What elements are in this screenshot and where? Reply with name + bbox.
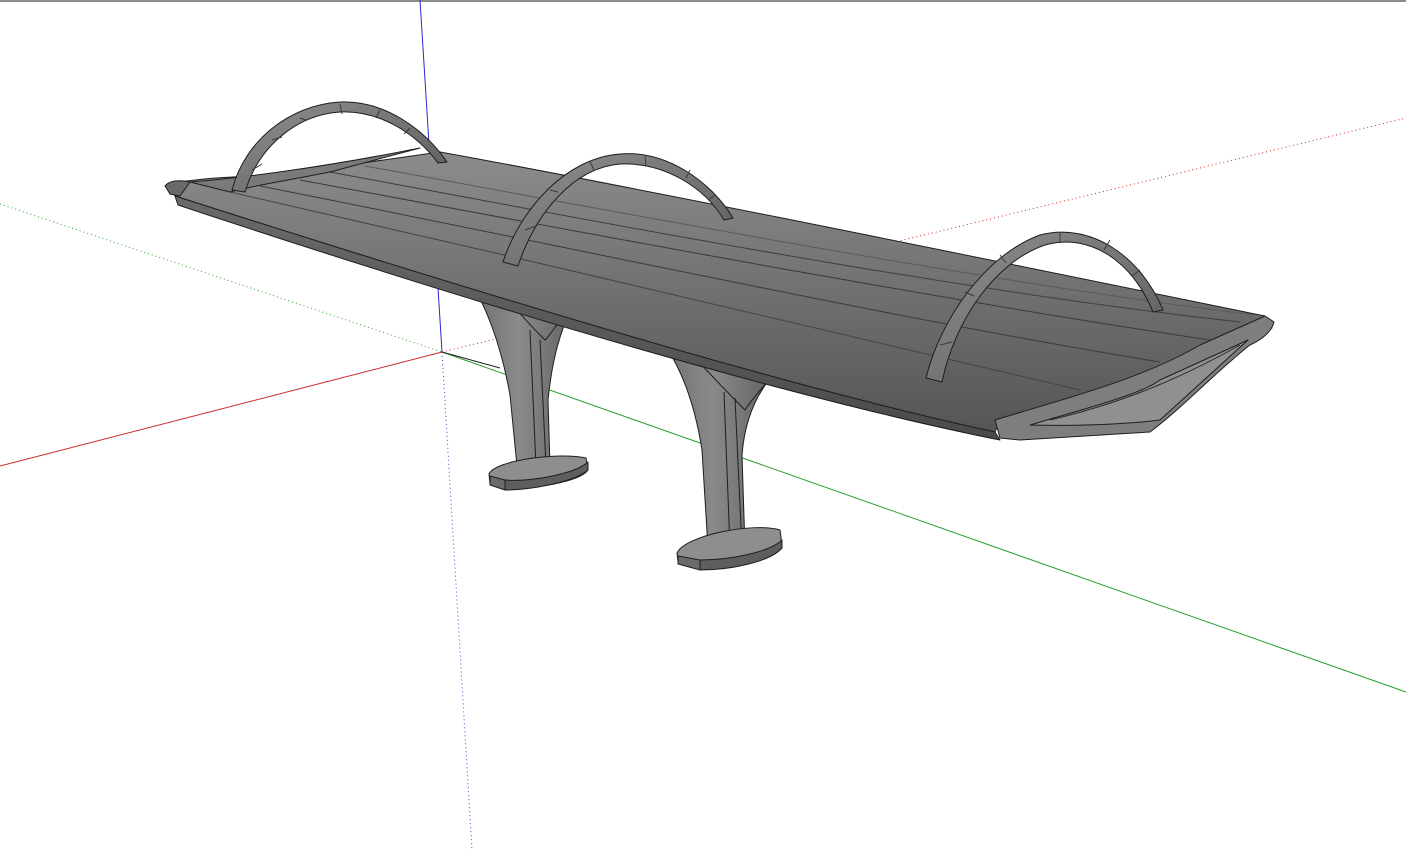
red-axis xyxy=(0,351,443,467)
scene-canvas[interactable] xyxy=(0,0,1406,850)
bench-model[interactable] xyxy=(164,101,1275,571)
modeling-viewport[interactable] xyxy=(0,0,1406,850)
origin-marker xyxy=(441,351,501,369)
blue-axis-negative xyxy=(441,351,473,850)
